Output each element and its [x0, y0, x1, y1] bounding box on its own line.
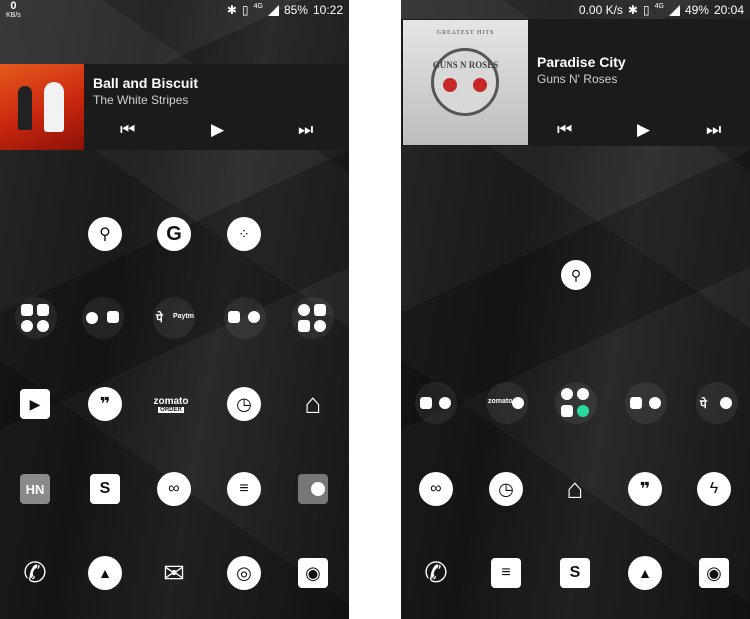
track-title: Paradise City: [537, 54, 626, 70]
network-speed: 0 KB/s: [6, 1, 21, 21]
authenticator-icon[interactable]: ∞: [157, 472, 191, 506]
hn-label: HN: [20, 474, 50, 504]
vibrate-icon: ▯: [241, 3, 249, 17]
home-icon[interactable]: ⌂: [558, 472, 592, 506]
previous-track-icon[interactable]: ⏮: [120, 121, 135, 138]
onenote-icon[interactable]: S: [88, 472, 122, 506]
google-icon[interactable]: G: [157, 217, 191, 251]
social-folder-icon[interactable]: [292, 297, 334, 339]
clock-icon[interactable]: ◷: [489, 472, 523, 506]
album-logo: [431, 48, 499, 116]
folder-icon[interactable]: [224, 297, 266, 339]
media-player-widget[interactable]: Ball and Biscuit The White Stripes ⏮ ▶ ⏭: [0, 64, 349, 150]
network-type: 4G: [654, 2, 664, 10]
bluetooth-icon: ✱: [627, 3, 638, 17]
apps-search-icon[interactable]: ⁘: [227, 217, 261, 251]
folder-icon[interactable]: [415, 382, 457, 424]
right-phone-screen: 0.00 K/s ✱ ▯ 4G 49% 20:04 GREATEST HITS …: [401, 0, 750, 619]
camera-icon[interactable]: ◉: [697, 556, 731, 590]
network-type: 4G: [253, 2, 263, 10]
search-icon[interactable]: ⚲: [88, 217, 122, 251]
signal-icon: [668, 4, 680, 16]
phonepe-label: पे: [156, 311, 163, 325]
album-subtitle: GREATEST HITS: [436, 30, 495, 36]
phone-icon[interactable]: ✆: [419, 556, 453, 590]
search-icon[interactable]: ⚲: [559, 258, 593, 292]
battery-percent: 49%: [684, 3, 709, 17]
camera-icon[interactable]: ◉: [296, 556, 330, 590]
album-title: GUNS N ROSES: [432, 60, 499, 70]
clock-time: 10:22: [312, 3, 343, 17]
phonepe-folder-icon[interactable]: पे: [696, 382, 738, 424]
hn-icon[interactable]: HN: [18, 472, 52, 506]
onenote-icon[interactable]: S: [558, 556, 592, 590]
next-track-icon[interactable]: ⏭: [298, 121, 313, 138]
battery-percent: 85%: [283, 3, 308, 17]
phonepe-label: पे: [700, 397, 707, 411]
toggle-icon[interactable]: [296, 472, 330, 506]
play-icon[interactable]: ▶: [211, 121, 224, 138]
speed-unit: KB/s: [6, 12, 21, 19]
gallery-icon[interactable]: ▲: [628, 556, 662, 590]
play-icon[interactable]: ▶: [637, 121, 650, 138]
messenger-icon[interactable]: ϟ: [697, 472, 731, 506]
track-artist: Guns N' Roses: [537, 72, 618, 86]
status-bar: 0.00 K/s ✱ ▯ 4G 49% 20:04: [401, 0, 750, 20]
paytm-label: Paytm: [173, 313, 195, 320]
messages-icon[interactable]: ≡: [227, 472, 261, 506]
folder-icon[interactable]: [555, 382, 597, 424]
bluetooth-icon: ✱: [226, 3, 237, 17]
messages-icon[interactable]: ≡: [489, 556, 523, 590]
phone-icon[interactable]: ✆: [18, 556, 52, 590]
zomato-order-label: ORDER: [158, 406, 184, 413]
track-artist: The White Stripes: [93, 93, 189, 107]
network-speed: 0.00 K/s: [578, 3, 623, 17]
phonepe-paytm-folder-icon[interactable]: पे Paytm: [153, 297, 195, 339]
clock-icon[interactable]: ◷: [227, 387, 261, 421]
status-bar: 0 KB/s ✱ ▯ 4G 85% 10:22: [0, 0, 349, 20]
gallery-icon[interactable]: ▲: [88, 556, 122, 590]
clock-time: 20:04: [713, 3, 744, 17]
album-art[interactable]: GREATEST HITS GUNS N ROSES: [403, 20, 528, 145]
folder-icon[interactable]: [625, 382, 667, 424]
zomato-icon[interactable]: zomato ORDER: [153, 387, 189, 421]
folder-icon[interactable]: [82, 297, 124, 339]
zomato-maps-folder-icon[interactable]: zomato: [486, 382, 528, 424]
chrome-icon[interactable]: ◎: [227, 556, 261, 590]
zomato-label: zomato: [153, 395, 189, 407]
track-title: Ball and Biscuit: [93, 75, 199, 91]
vibrate-icon: ▯: [642, 3, 650, 17]
authenticator-icon[interactable]: ∞: [419, 472, 453, 506]
play-store-icon[interactable]: ▶: [18, 387, 52, 421]
signal-icon: [267, 4, 279, 16]
home-icon[interactable]: ⌂: [296, 387, 330, 421]
folder-icon[interactable]: [15, 297, 57, 339]
media-player-widget[interactable]: GREATEST HITS GUNS N ROSES Paradise City…: [401, 19, 750, 146]
hangouts-icon[interactable]: ❞: [88, 387, 122, 421]
hangouts-icon[interactable]: ❞: [628, 472, 662, 506]
previous-track-icon[interactable]: ⏮: [557, 121, 572, 138]
zomato-label: zomato: [488, 398, 513, 405]
album-art[interactable]: [0, 64, 84, 150]
left-phone-screen: 0 KB/s ✱ ▯ 4G 85% 10:22 Ball and Biscuit…: [0, 0, 349, 619]
inbox-icon[interactable]: ✉: [157, 556, 191, 590]
next-track-icon[interactable]: ⏭: [706, 121, 721, 138]
